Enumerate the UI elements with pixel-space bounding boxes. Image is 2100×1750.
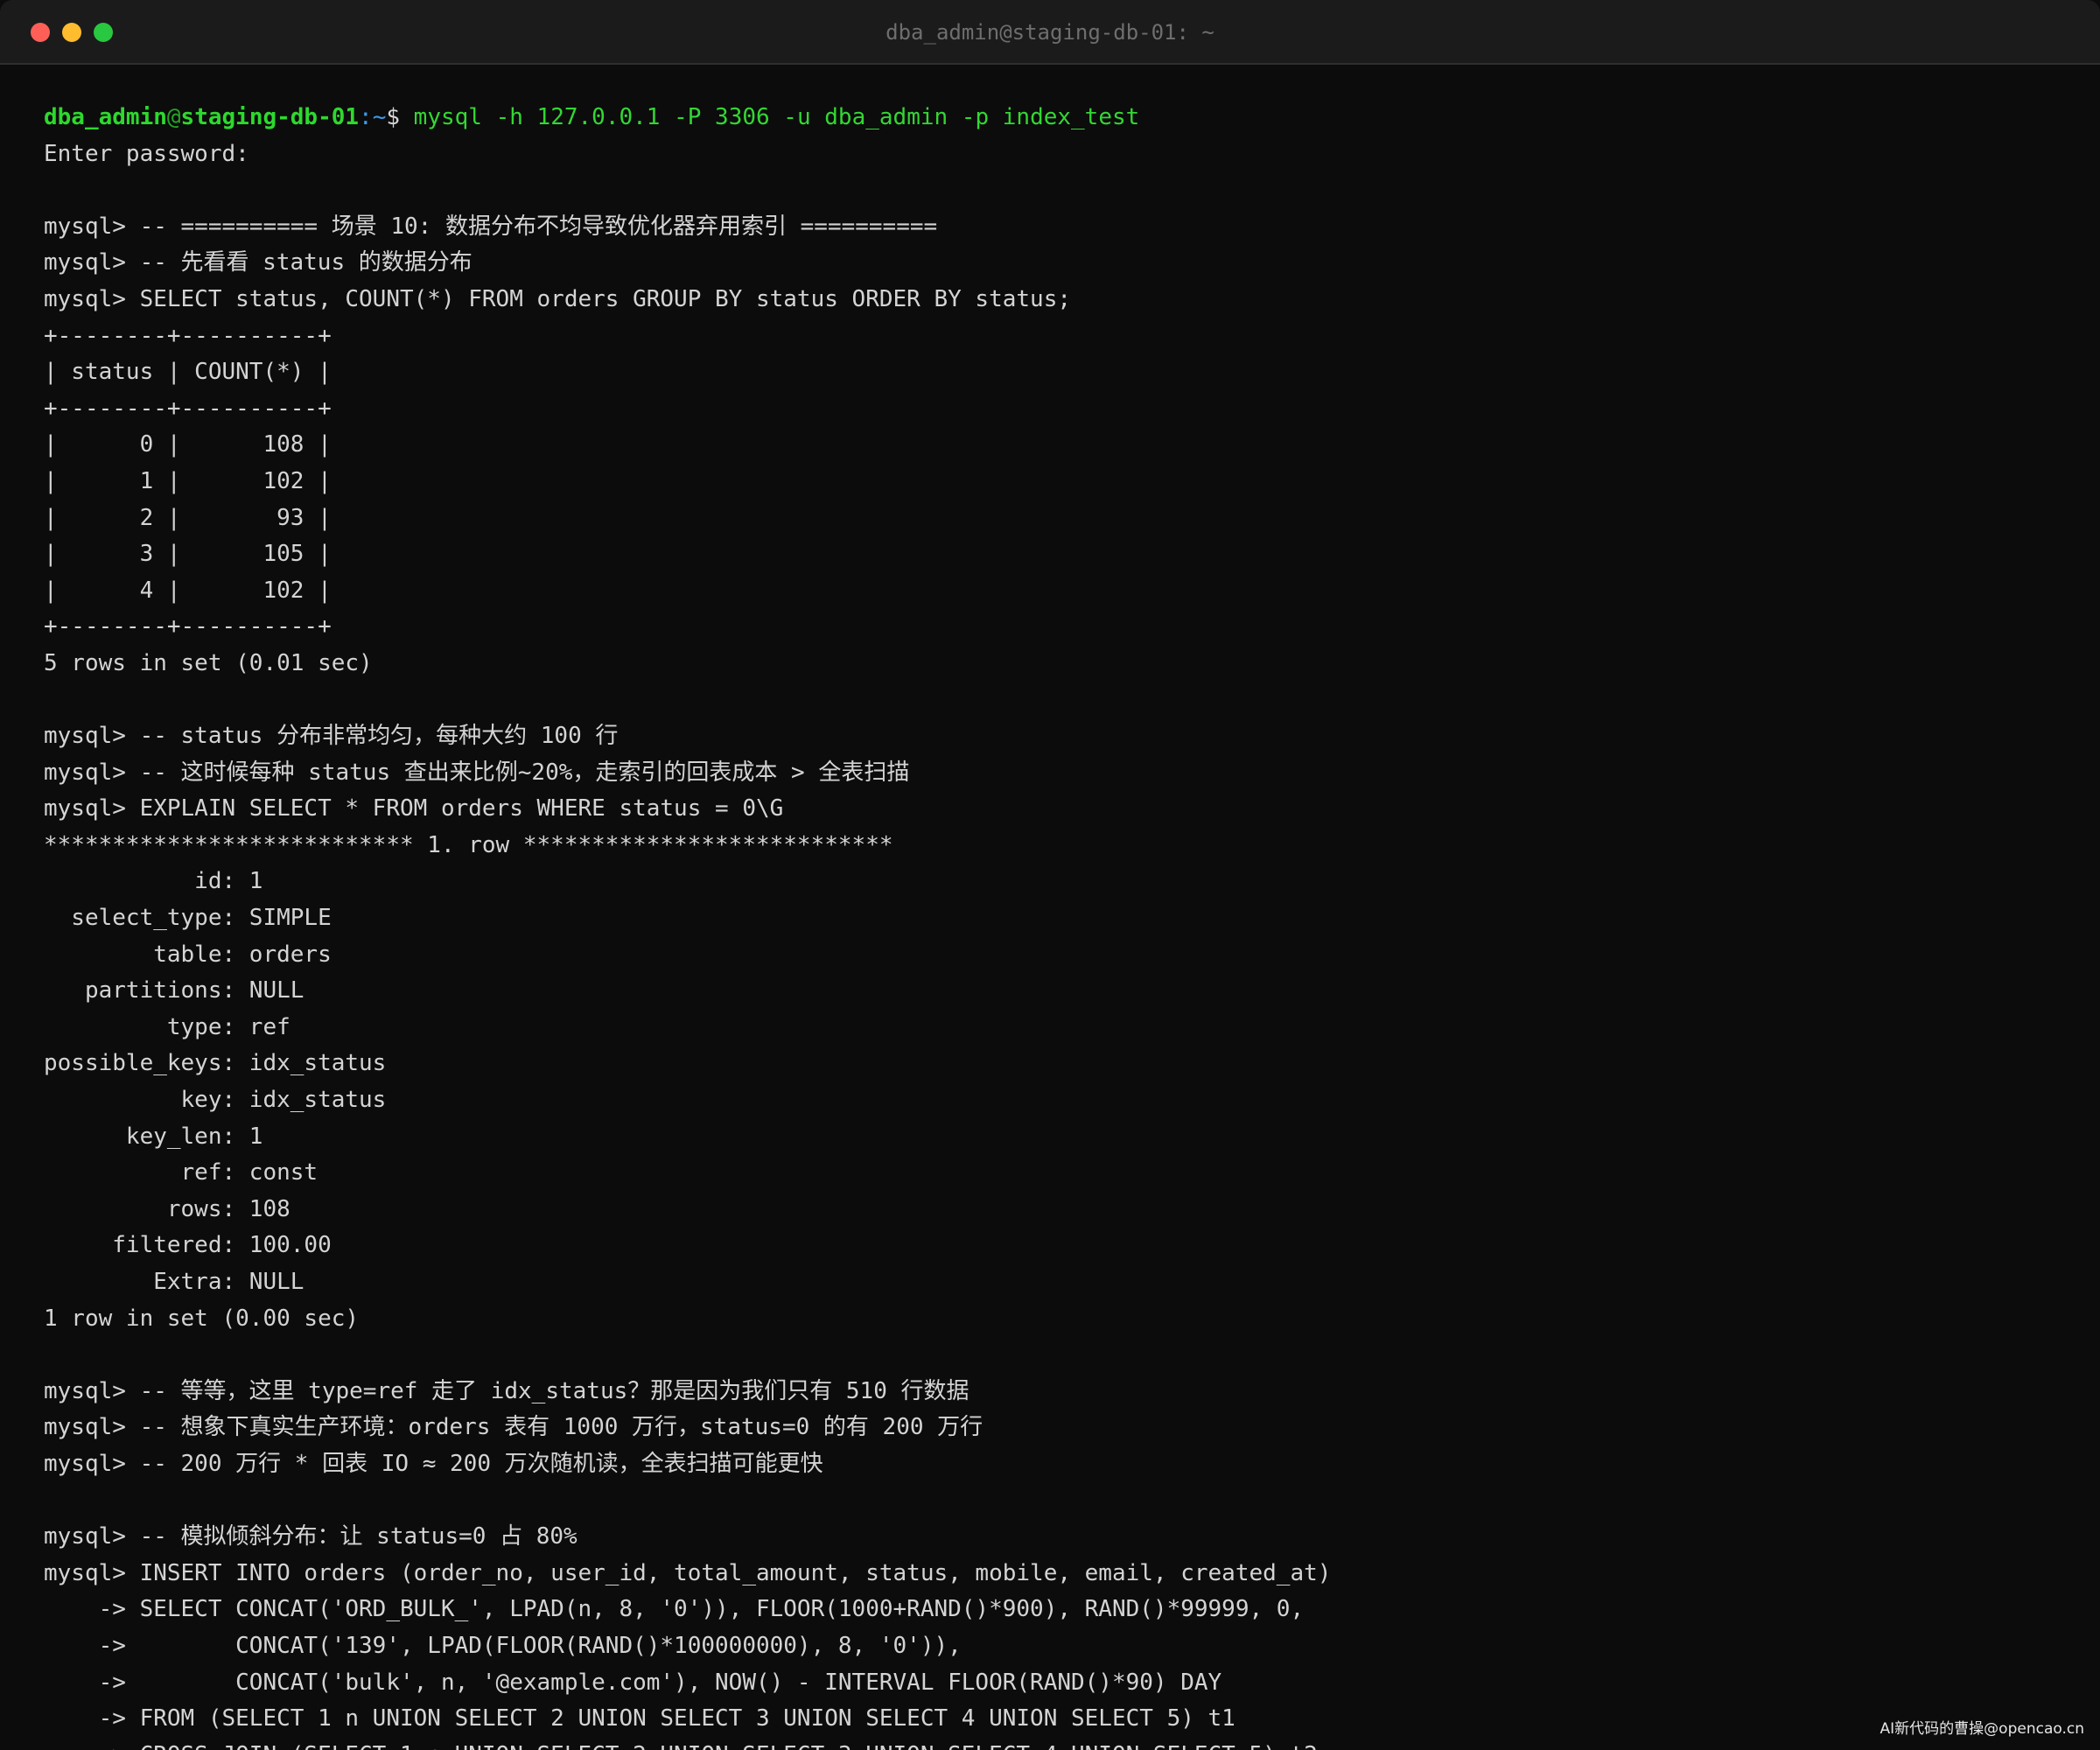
terminal-line: key_len: 1: [44, 1123, 263, 1150]
terminal-line: -> CONCAT('139', LPAD(FLOOR(RAND()*10000…: [44, 1632, 962, 1659]
terminal-line: mysql> SELECT status, COUNT(*) FROM orde…: [44, 285, 1071, 312]
terminal-line: mysql> -- ========== 场景 10: 数据分布不均导致优化器弃…: [44, 213, 938, 240]
terminal-line: possible_keys: idx_status: [44, 1050, 387, 1077]
prompt-path: :~: [359, 104, 387, 130]
terminal-line: | status | COUNT(*) |: [44, 359, 332, 386]
terminal-line: mysql> -- 模拟倾斜分布：让 status=0 占 80%: [44, 1523, 578, 1550]
terminal-line: ref: const: [44, 1159, 318, 1186]
watermark-text: AI新代码的曹操@opencao.cn: [1880, 1720, 2084, 1738]
terminal-line: | 1 | 102 |: [44, 467, 332, 494]
terminal-line: | 2 | 93 |: [44, 504, 332, 531]
terminal-line: type: ref: [44, 1013, 290, 1040]
terminal-line: -> CROSS JOIN (SELECT 1 n UNION SELECT 2…: [44, 1738, 2065, 1750]
prompt-user: dba_admin: [44, 104, 167, 130]
terminal-line: Extra: NULL: [44, 1269, 304, 1295]
terminal-line: +--------+----------+: [44, 613, 332, 640]
terminal-line: id: 1: [44, 868, 263, 895]
window-title: dba_admin@staging-db-01: ~: [886, 20, 1214, 45]
terminal-line: partitions: NULL: [44, 977, 304, 1004]
terminal-line: mysql> INSERT INTO orders (order_no, use…: [44, 1559, 1332, 1586]
terminal-output[interactable]: dba_admin@staging-db-01:~$ mysql -h 127.…: [44, 100, 2065, 1750]
terminal-line: 5 rows in set (0.01 sec): [44, 649, 373, 676]
terminal-line: mysql> -- 200 万行 * 回表 IO ≈ 200 万次随机读，全表扫…: [44, 1450, 823, 1477]
shell-prompt-line: dba_admin@staging-db-01:~$ mysql -h 127.…: [44, 100, 2065, 136]
terminal-line: | 3 | 105 |: [44, 541, 332, 568]
terminal-line: *************************** 1. row *****…: [44, 831, 893, 858]
terminal-line: | 0 | 108 |: [44, 431, 332, 458]
terminal-line: Enter password:: [44, 140, 249, 167]
terminal-line: filtered: 100.00: [44, 1232, 332, 1259]
terminal-line: table: orders: [44, 941, 332, 968]
terminal-line: rows: 108: [44, 1195, 290, 1222]
terminal-line: | 4 | 102 |: [44, 577, 332, 604]
prompt-host: staging-db-01: [180, 104, 360, 130]
terminal-line: mysql> -- 想象下真实生产环境：orders 表有 1000 万行，st…: [44, 1414, 984, 1441]
terminal-line: key: idx_status: [44, 1087, 387, 1114]
terminal-line: +--------+----------+: [44, 395, 332, 422]
terminal-line: -> FROM (SELECT 1 n UNION SELECT 2 UNION…: [44, 1705, 1236, 1732]
terminal-window: dba_admin@staging-db-01: ~ dba_admin@sta…: [0, 0, 2100, 1750]
terminal-line: 1 row in set (0.00 sec): [44, 1305, 360, 1332]
prompt-command: mysql -h 127.0.0.1 -P 3306 -u dba_admin …: [413, 104, 1140, 130]
terminal-line: -> CONCAT('bulk', n, '@example.com'), NO…: [44, 1669, 1222, 1696]
terminal-line: select_type: SIMPLE: [44, 905, 332, 932]
terminal-line: mysql> -- 先看看 status 的数据分布: [44, 249, 472, 276]
terminal-line: -> SELECT CONCAT('ORD_BULK_', LPAD(n, 8,…: [44, 1596, 1305, 1623]
terminal-line: mysql> -- 这时候每种 status 查出来比例~20%，走索引的回表成…: [44, 759, 910, 786]
prompt-symbol: $: [386, 104, 414, 130]
title-bar: dba_admin@staging-db-01: ~: [0, 0, 2100, 65]
terminal-line: mysql> -- 等等，这里 type=ref 走了 idx_status？那…: [44, 1377, 970, 1404]
terminal-line: mysql> EXPLAIN SELECT * FROM orders WHER…: [44, 795, 784, 822]
terminal-line: +--------+----------+: [44, 322, 332, 349]
terminal-line: mysql> -- status 分布非常均匀，每种大约 100 行: [44, 723, 619, 750]
prompt-at: @: [166, 104, 181, 130]
